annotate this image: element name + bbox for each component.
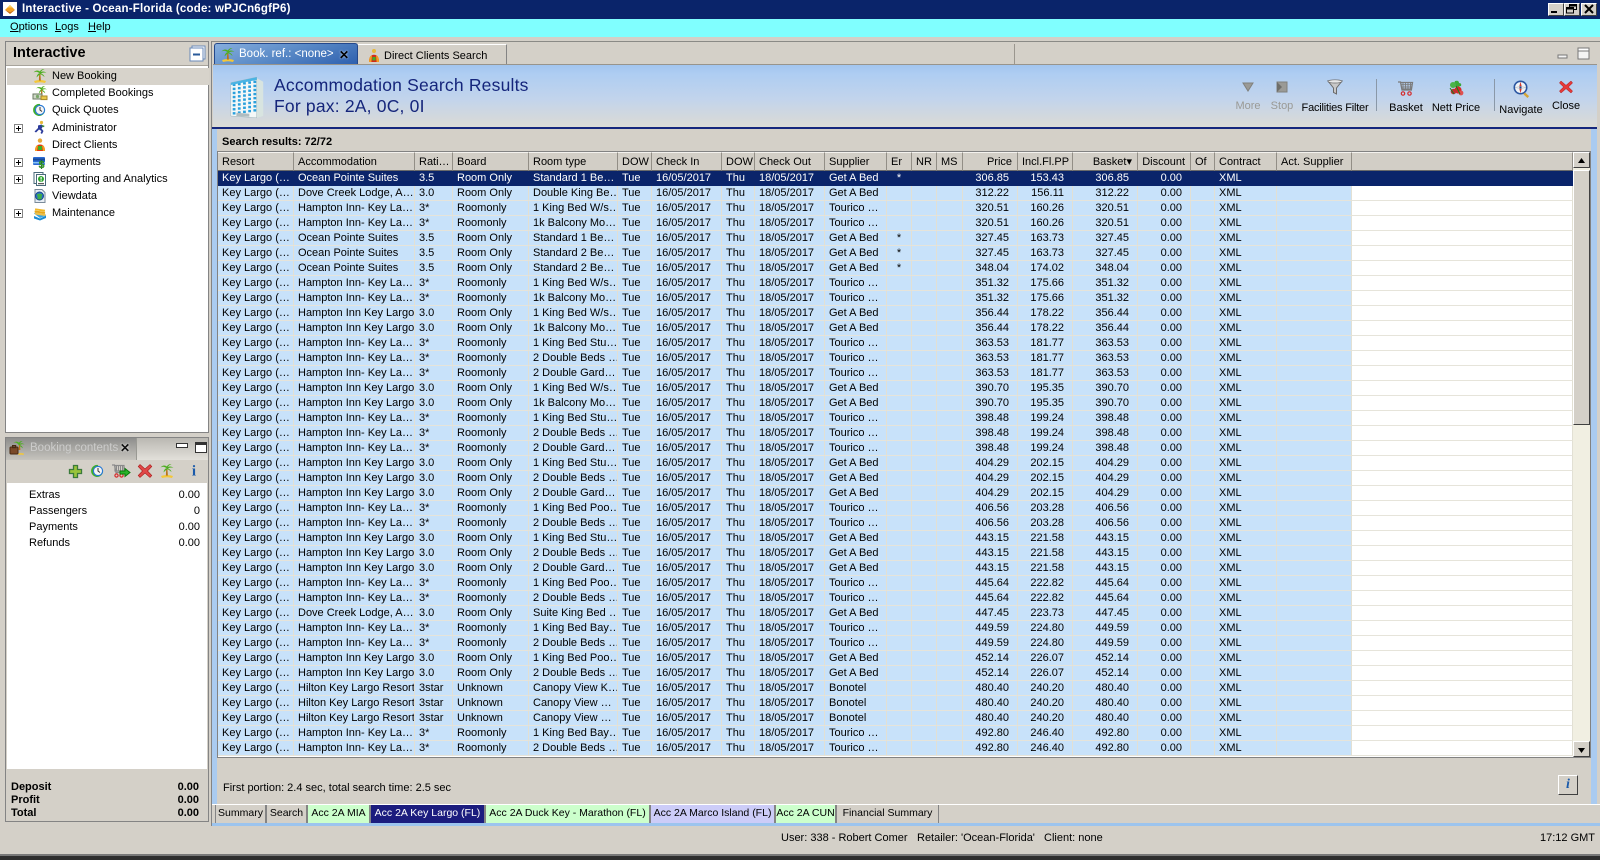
- svg-text:i: i: [192, 464, 196, 479]
- svg-text:$: $: [39, 160, 45, 170]
